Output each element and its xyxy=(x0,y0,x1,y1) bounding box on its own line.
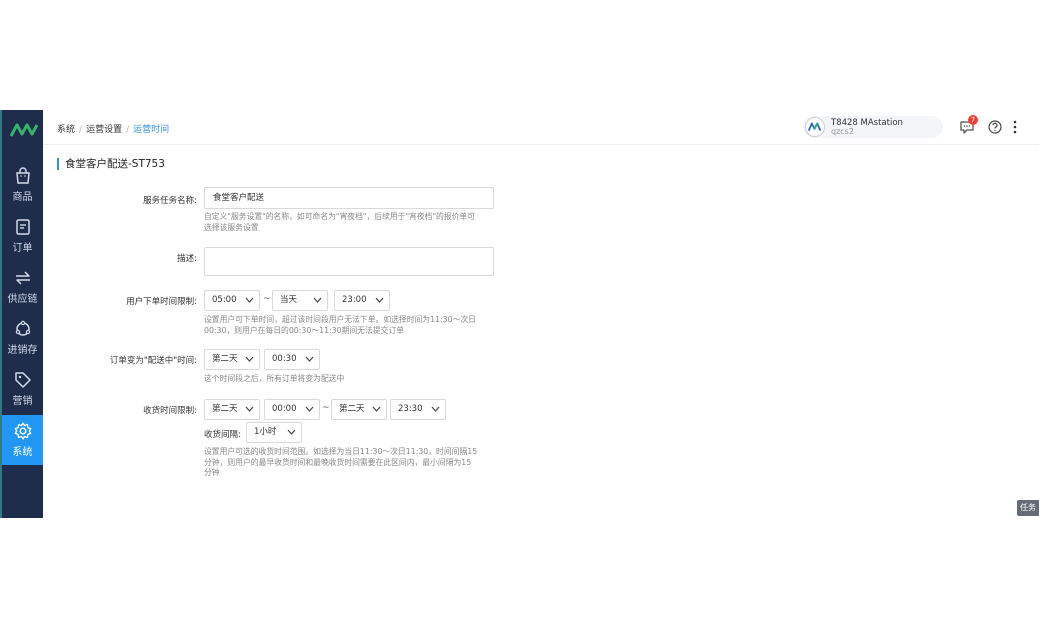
sidebar-item-goods[interactable]: 商品 xyxy=(2,160,43,210)
sidebar-item-label: 订单 xyxy=(12,243,33,254)
breadcrumb-separator: / xyxy=(79,125,83,135)
sidebar-item-system[interactable]: 系统 xyxy=(2,415,43,465)
delivering-day-select[interactable]: 第二天 xyxy=(204,349,260,370)
select-value: 23:00 xyxy=(342,295,367,305)
app-window: 商品 订单 供应链 进销存 营销 系统 系统 / 运营设置 / 运营时间 T84… xyxy=(0,110,1039,518)
chevron-down-icon xyxy=(305,406,314,412)
chevron-down-icon xyxy=(245,297,254,303)
chevron-down-icon xyxy=(245,406,254,412)
sidebar-item-label: 商品 xyxy=(12,192,33,203)
sidebar-item-marketing[interactable]: 营销 xyxy=(2,364,43,414)
select-value: 23:30 xyxy=(398,404,423,414)
select-value: 00:00 xyxy=(272,404,297,414)
sidebar-item-label: 营销 xyxy=(12,396,33,407)
delivering-time-hint: 这个时间段之后，所有订单将变为配送中 xyxy=(204,374,344,385)
order-time-limit-hint: 设置用户可下单时间，超过该时间段用户无法下单。如选择时间为11:30～次日 00… xyxy=(204,315,476,336)
task-tab[interactable]: 任务 xyxy=(1017,500,1039,516)
hint-line: 分钟，则用户的最早收货时间和最晚收货时间需要在此区间内，最小间隔为15 xyxy=(204,457,472,467)
sidebar-item-supply-chain[interactable]: 供应链 xyxy=(2,262,43,312)
breadcrumb: 系统 / 运营设置 / 运营时间 xyxy=(57,122,169,135)
select-value: 1小时 xyxy=(254,427,277,437)
select-value: 第二天 xyxy=(212,354,238,364)
description-label: 描述: xyxy=(177,254,197,264)
service-name-label: 服务任务名称: xyxy=(143,196,197,206)
breadcrumb-item-ops-settings[interactable]: 运营设置 xyxy=(86,125,122,135)
receive-end-day-select[interactable]: 第二天 xyxy=(331,399,387,420)
gear-icon xyxy=(14,422,31,440)
tag-icon xyxy=(14,372,31,388)
receive-interval-label: 收货间隔: xyxy=(204,430,241,440)
breadcrumb-item-ops-time: 运营时间 xyxy=(133,125,170,135)
hint-line: 这个时间段之后，所有订单将变为配送中 xyxy=(204,374,345,383)
cycle-icon xyxy=(15,320,30,336)
top-header: 系统 / 运营设置 / 运营时间 T8428 MAstation qzcs2 7 xyxy=(43,110,1039,145)
sidebar-item-label: 系统 xyxy=(12,447,33,458)
hint-line: 00:30，则用户在每日的00:30～11:30期间无法提交订单 xyxy=(204,325,404,335)
user-menu[interactable]: T8428 MAstation qzcs2 xyxy=(803,116,943,138)
select-value: 00:30 xyxy=(272,354,297,364)
select-value: 05:00 xyxy=(212,295,237,305)
swap-arrows-icon xyxy=(15,271,30,285)
delivering-time-select[interactable]: 00:30 xyxy=(264,349,320,370)
hint-line: 选择该服务设置 xyxy=(204,222,259,232)
hint-line: 分钟 xyxy=(204,468,220,477)
chevron-down-icon xyxy=(431,406,440,412)
brand-logo-icon[interactable] xyxy=(10,122,38,138)
sidebar: 商品 订单 供应链 进销存 营销 系统 xyxy=(0,110,43,518)
page-title: 食堂客户配送-ST753 xyxy=(57,158,165,170)
description-textarea[interactable] xyxy=(204,247,494,276)
hint-line: 自定义"服务设置"的名称，如可命名为"宵夜档"，后续用于"宵夜档"的报价单可 xyxy=(204,212,476,221)
breadcrumb-separator: / xyxy=(126,125,130,135)
notification-badge: 7 xyxy=(968,115,978,125)
order-end-time-select[interactable]: 23:00 xyxy=(334,290,390,311)
avatar xyxy=(805,117,825,137)
select-value: 当天 xyxy=(280,295,298,305)
sidebar-item-orders[interactable]: 订单 xyxy=(2,211,43,261)
hint-line: 设置用户可下单时间，超过该时间段用户无法下单。如选择时间为11:30～次日 xyxy=(204,315,476,324)
help-icon[interactable] xyxy=(988,120,1002,134)
select-value: 第二天 xyxy=(212,404,238,414)
receive-time-limit-hint: 设置用户可选的收货时间范围。如选择为当日11:30～次日11:30，时间间隔15… xyxy=(204,447,477,479)
chevron-down-icon xyxy=(375,297,384,303)
delivering-time-label: 订单变为"配送中"时间: xyxy=(109,356,197,366)
chevron-down-icon xyxy=(372,406,381,412)
service-name-input[interactable]: 食堂客户配送 xyxy=(204,187,494,209)
chevron-down-icon xyxy=(287,429,296,435)
document-icon xyxy=(15,219,30,235)
order-time-limit-label: 用户下单时间限制: xyxy=(126,297,197,307)
range-separator: ~ xyxy=(263,294,271,304)
service-name-hint: 自定义"服务设置"的名称，如可命名为"宵夜档"，后续用于"宵夜档"的报价单可 选… xyxy=(204,212,475,233)
receive-start-time-select[interactable]: 00:00 xyxy=(264,399,320,420)
order-day-select[interactable]: 当天 xyxy=(272,290,328,311)
chevron-down-icon xyxy=(313,297,322,303)
station-logo-icon xyxy=(807,122,822,131)
chevron-down-icon xyxy=(305,356,314,362)
select-value: 第二天 xyxy=(339,404,365,414)
sidebar-item-label: 供应链 xyxy=(7,294,38,305)
hint-line: 设置用户可选的收货时间范围。如选择为当日11:30～次日11:30，时间间隔15 xyxy=(204,447,478,456)
receive-time-limit-label: 收货时间限制: xyxy=(143,406,197,416)
sidebar-item-inventory[interactable]: 进销存 xyxy=(2,313,43,363)
receive-interval-select[interactable]: 1小时 xyxy=(246,422,302,443)
receive-end-time-select[interactable]: 23:30 xyxy=(390,399,446,420)
user-account: qzcs2 xyxy=(831,127,854,136)
receive-start-day-select[interactable]: 第二天 xyxy=(204,399,260,420)
sidebar-item-label: 进销存 xyxy=(7,345,38,356)
order-start-time-select[interactable]: 05:00 xyxy=(204,290,260,311)
chevron-down-icon xyxy=(245,356,254,362)
shopping-bag-icon xyxy=(15,167,30,184)
breadcrumb-item-system[interactable]: 系统 xyxy=(57,125,75,135)
more-vertical-icon[interactable] xyxy=(1011,120,1019,134)
range-separator: ~ xyxy=(322,403,330,413)
